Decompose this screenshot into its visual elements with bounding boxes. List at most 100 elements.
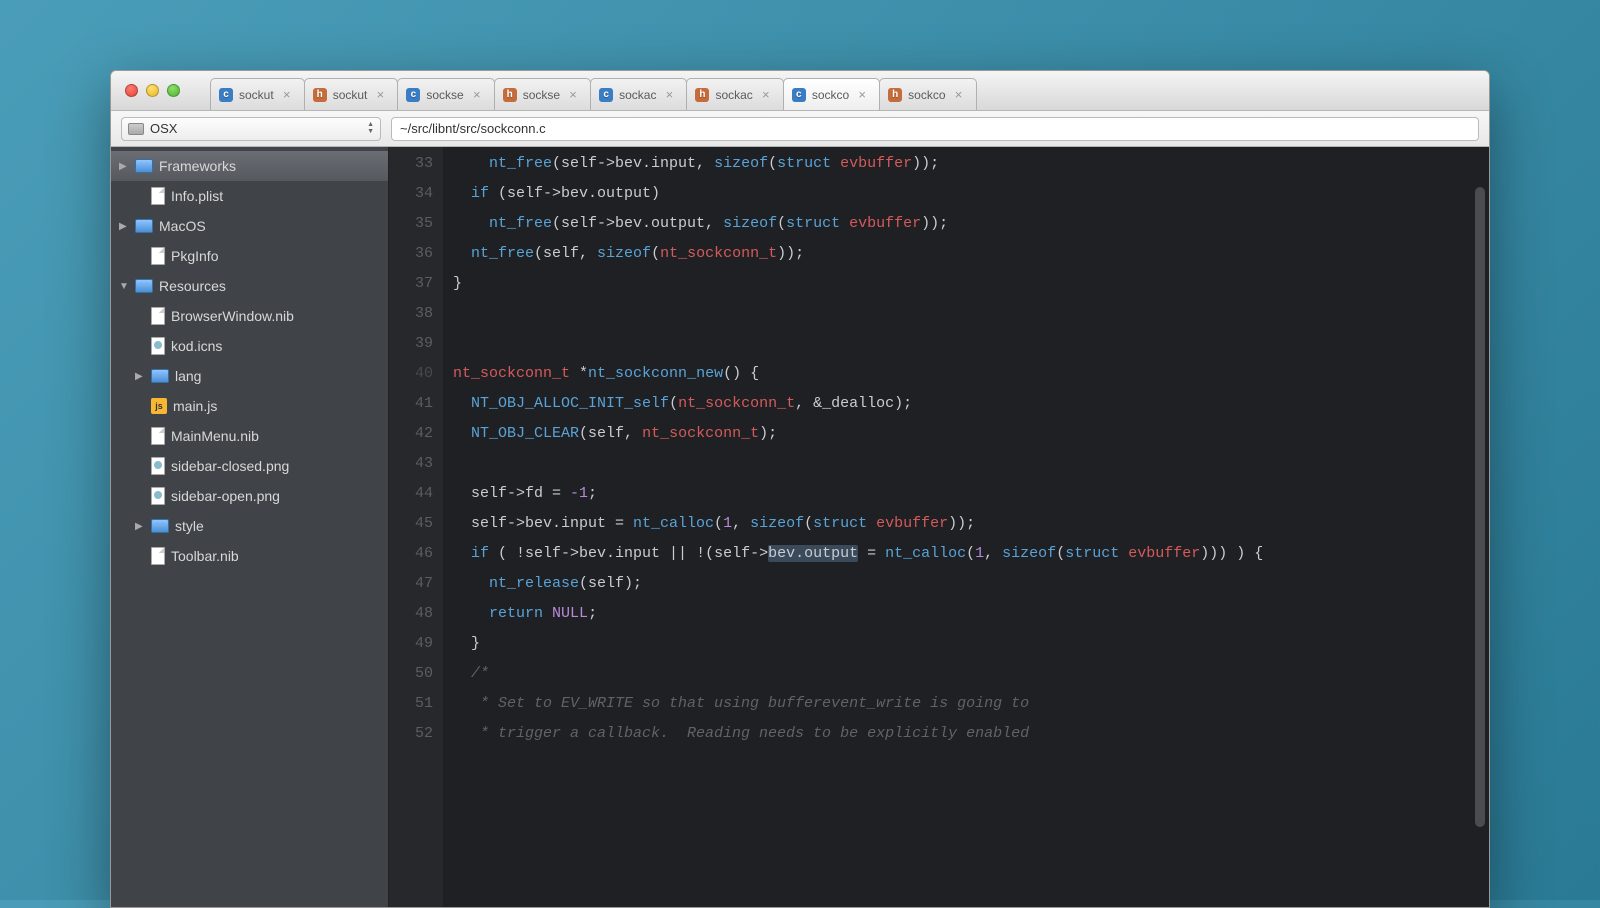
path-bar[interactable]: ~/src/libnt/src/sockconn.c [391, 117, 1479, 141]
line-number: 37 [389, 269, 433, 299]
line-number: 40 [389, 359, 433, 389]
disclosure-triangle-icon[interactable]: ▶ [135, 371, 145, 382]
tree-item-kod-icns[interactable]: kod.icns [111, 331, 388, 361]
tree-item-sidebar-closed-png[interactable]: sidebar-closed.png [111, 451, 388, 481]
disclosure-triangle-icon[interactable]: ▶ [135, 521, 145, 532]
file-icon [151, 307, 165, 325]
code-line[interactable] [453, 299, 1263, 329]
code-line[interactable]: } [453, 629, 1263, 659]
tree-item-label: Resources [159, 278, 226, 294]
disclosure-triangle-icon[interactable]: ▼ [119, 281, 129, 292]
line-number: 39 [389, 329, 433, 359]
code-line[interactable]: self->bev.input = nt_calloc(1, sizeof(st… [453, 509, 1263, 539]
code-line[interactable]: nt_free(self, sizeof(nt_sockconn_t)); [453, 239, 1263, 269]
close-tab-icon[interactable]: × [280, 88, 294, 102]
file-icon [151, 547, 165, 565]
close-tab-icon[interactable]: × [566, 88, 580, 102]
tree-item-lang[interactable]: ▶lang [111, 361, 388, 391]
line-number: 52 [389, 719, 433, 749]
tab-label: sockse [426, 88, 463, 102]
code-line[interactable]: } [453, 269, 1263, 299]
code-line[interactable]: if (self->bev.output) [453, 179, 1263, 209]
tree-item-macos[interactable]: ▶ MacOS [111, 211, 388, 241]
code-line[interactable]: NT_OBJ_CLEAR(self, nt_sockconn_t); [453, 419, 1263, 449]
tree-item-sidebar-open-png[interactable]: sidebar-open.png [111, 481, 388, 511]
code-area[interactable]: nt_free(self->bev.input, sizeof(struct e… [443, 147, 1263, 907]
line-number: 45 [389, 509, 433, 539]
tab-sockse-h[interactable]: hsockse× [494, 78, 591, 110]
code-line[interactable]: * trigger a callback. Reading needs to b… [453, 719, 1263, 749]
tab-sockco-h[interactable]: hsockco × [879, 78, 976, 110]
tree-item-main-js[interactable]: js main.js [111, 391, 388, 421]
tab-label: sockut [239, 88, 274, 102]
disclosure-triangle-icon[interactable]: ▶ [119, 221, 129, 232]
tree-item-frameworks[interactable]: ▶Frameworks [111, 151, 388, 181]
tree-item-label: MacOS [159, 218, 206, 234]
close-tab-icon[interactable]: × [952, 88, 966, 102]
code-line[interactable]: return NULL; [453, 599, 1263, 629]
line-number: 50 [389, 659, 433, 689]
line-number: 41 [389, 389, 433, 419]
c-file-icon: c [406, 88, 420, 102]
body: ▶FrameworksInfo.plist ▶ MacOS PkgInfo ▼ Resou… [111, 147, 1489, 907]
close-tab-icon[interactable]: × [759, 88, 773, 102]
code-line[interactable]: * Set to EV_WRITE so that using bufferev… [453, 689, 1263, 719]
close-tab-icon[interactable]: × [470, 88, 484, 102]
tree-item-pkginfo[interactable]: PkgInfo [111, 241, 388, 271]
image-file-icon [151, 487, 165, 505]
tree-item-mainmenu-nib[interactable]: MainMenu.nib [111, 421, 388, 451]
folder-icon [135, 159, 153, 173]
close-tab-icon[interactable]: × [855, 88, 869, 102]
tab-sockut-h[interactable]: hsockut× [304, 78, 399, 110]
tree-item-browserwindow-nib[interactable]: BrowserWindow.nib [111, 301, 388, 331]
tree-item-label: style [175, 518, 204, 534]
code-line[interactable]: nt_sockconn_t *nt_sockconn_new() { [453, 359, 1263, 389]
code-line[interactable] [453, 449, 1263, 479]
close-tab-icon[interactable]: × [662, 88, 676, 102]
line-number: 49 [389, 629, 433, 659]
close-window-button[interactable] [125, 84, 138, 97]
code-line[interactable]: /* [453, 659, 1263, 689]
code-line[interactable]: self->fd = -1; [453, 479, 1263, 509]
tree-item-label: main.js [173, 398, 217, 414]
tree-item-style[interactable]: ▶ style [111, 511, 388, 541]
code-line[interactable]: nt_free(self->bev.input, sizeof(struct e… [453, 149, 1263, 179]
tab-sockac-h[interactable]: hsockac× [686, 78, 783, 110]
folder-icon [135, 219, 153, 233]
line-number: 38 [389, 299, 433, 329]
code-line[interactable] [453, 329, 1263, 359]
vertical-scrollbar[interactable] [1475, 187, 1485, 827]
code-line[interactable]: nt_release(self); [453, 569, 1263, 599]
c-file-icon: c [599, 88, 613, 102]
close-tab-icon[interactable]: × [373, 88, 387, 102]
toolbar: OSX ▲▼ ~/src/libnt/src/sockconn.c [111, 111, 1489, 147]
code-editor[interactable]: 3334353637383940414243444546474849505152… [389, 147, 1489, 907]
project-label: OSX [150, 121, 177, 136]
stepper-icon: ▲▼ [367, 122, 374, 135]
tree-item-info-plist[interactable]: Info.plist [111, 181, 388, 211]
project-selector[interactable]: OSX ▲▼ [121, 117, 381, 141]
folder-icon [151, 519, 169, 533]
code-line[interactable]: NT_OBJ_ALLOC_INIT_self(nt_sockconn_t, &_… [453, 389, 1263, 419]
code-line[interactable]: nt_free(self->bev.output, sizeof(struct … [453, 209, 1263, 239]
tab-sockse-c[interactable]: csockse × [397, 78, 494, 110]
tree-item-resources[interactable]: ▼ Resources [111, 271, 388, 301]
tab-sockac-c[interactable]: csockac× [590, 78, 687, 110]
tab-label: sockac [715, 88, 752, 102]
disclosure-triangle-icon[interactable]: ▶ [119, 161, 129, 172]
h-file-icon: h [888, 88, 902, 102]
zoom-window-button[interactable] [167, 84, 180, 97]
tree-item-toolbar-nib[interactable]: Toolbar.nib [111, 541, 388, 571]
tab-label: sockut [333, 88, 368, 102]
line-number: 34 [389, 179, 433, 209]
code-line[interactable]: if ( !self->bev.input || !(self->bev.out… [453, 539, 1263, 569]
tab-sockut-c[interactable]: csockut× [210, 78, 305, 110]
line-number: 47 [389, 569, 433, 599]
file-icon [151, 427, 165, 445]
js-file-icon: js [151, 398, 167, 414]
tab-sockco-c[interactable]: csockco× [783, 78, 880, 110]
minimize-window-button[interactable] [146, 84, 159, 97]
line-number: 33 [389, 149, 433, 179]
titlebar: csockut×hsockut×csockse×hsockse×csockac×… [111, 71, 1489, 111]
tab-label: sockco [908, 88, 945, 102]
